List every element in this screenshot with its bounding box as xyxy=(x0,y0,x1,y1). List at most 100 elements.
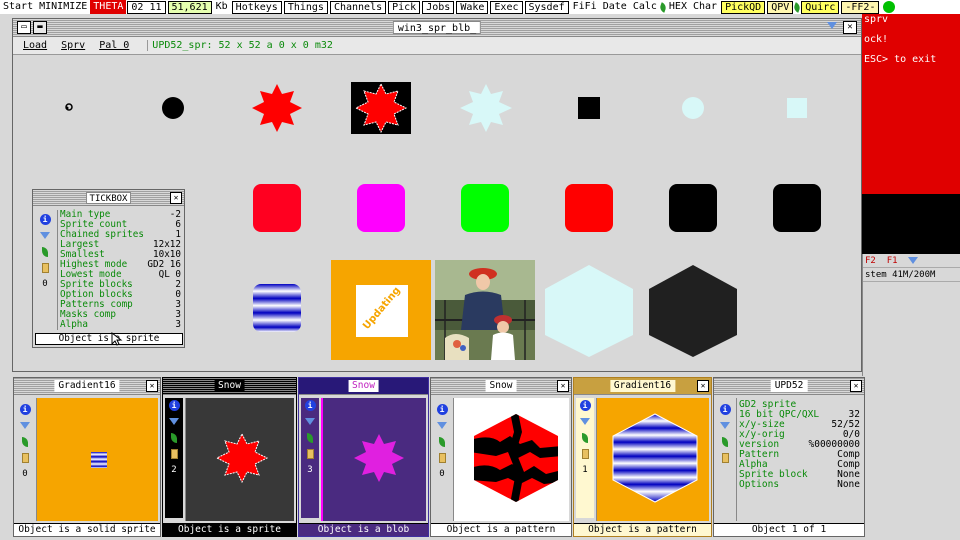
down-arrow-icon[interactable] xyxy=(165,414,183,430)
down-arrow-icon[interactable] xyxy=(433,418,451,434)
pane-titlebar[interactable]: UPD52 ✕ xyxy=(714,378,864,395)
pane-preview[interactable] xyxy=(185,398,294,521)
down-arrow-icon[interactable] xyxy=(716,418,734,434)
tiny-sprite[interactable] xyxy=(63,101,75,113)
taskbar-item-exec[interactable]: Exec xyxy=(490,0,523,14)
lightcyan-circle-sprite[interactable] xyxy=(682,97,704,119)
magenta-rounded-square-sprite[interactable] xyxy=(357,184,405,232)
taskbar-item-channels[interactable]: Channels xyxy=(329,0,387,14)
file-icon[interactable] xyxy=(301,446,319,462)
f1-key[interactable]: F1 xyxy=(887,256,898,266)
leaf-icon[interactable] xyxy=(576,430,594,446)
pane-titlebar[interactable]: Gradient16 ✕ xyxy=(574,378,711,395)
blue-gradient-sprite[interactable] xyxy=(253,284,301,332)
info-icon[interactable]: i xyxy=(36,212,54,228)
green-rounded-square-sprite[interactable] xyxy=(461,184,509,232)
info-icon[interactable]: i xyxy=(16,402,34,418)
sleep-icon[interactable]: ▬ xyxy=(33,21,47,34)
red-snowflake-sprite[interactable] xyxy=(249,82,305,134)
taskbar-item-minimize[interactable]: MINIMIZE xyxy=(36,0,90,14)
info-icon[interactable]: i xyxy=(433,402,451,418)
leaf-icon[interactable] xyxy=(716,434,734,450)
file-icon[interactable] xyxy=(716,450,734,466)
down-arrow-icon[interactable] xyxy=(301,414,319,430)
pane-preview[interactable] xyxy=(36,398,158,521)
taskbar-item-pick[interactable]: Pick xyxy=(388,0,421,14)
red-snowflake-black-bg-sprite[interactable] xyxy=(351,82,411,134)
down-arrow-icon[interactable] xyxy=(16,418,34,434)
file-icon[interactable] xyxy=(433,450,451,466)
taskbar-item-things[interactable]: Things xyxy=(283,0,328,14)
tickbox-row[interactable]: Alpha 3 xyxy=(60,320,181,330)
taskbar-item-sysdef[interactable]: Sysdef xyxy=(524,0,569,14)
menu-pal[interactable]: Pal 0 xyxy=(99,40,129,51)
painting-sprite[interactable] xyxy=(435,260,535,360)
file-icon[interactable] xyxy=(165,446,183,462)
tickbox-titlebar[interactable]: TICKBOX ✕ xyxy=(33,190,184,206)
info-icon[interactable]: i xyxy=(716,402,734,418)
info-icon[interactable]: i xyxy=(301,398,319,414)
close-icon[interactable]: ✕ xyxy=(697,380,709,392)
move-down-icon[interactable] xyxy=(825,21,839,34)
taskbar-item-pickqd[interactable]: PickQD xyxy=(721,0,766,14)
dark-hexagon-sprite[interactable] xyxy=(645,263,741,359)
lightcyan-snowflake-sprite[interactable] xyxy=(455,82,517,134)
updating-sprite[interactable]: Updating xyxy=(331,260,431,360)
info-icon[interactable]: i xyxy=(576,398,594,414)
taskbar-item-start[interactable]: Start xyxy=(0,0,36,14)
taskbar-item-char[interactable]: Char xyxy=(690,0,720,14)
file-icon[interactable] xyxy=(16,450,34,466)
close-icon[interactable]: ✕ xyxy=(146,380,158,392)
leaf-icon[interactable] xyxy=(165,430,183,446)
close-icon[interactable]: ✕ xyxy=(843,21,857,34)
pane-titlebar[interactable]: Snow xyxy=(163,378,296,395)
taskbar-item-hotkeys[interactable]: Hotkeys xyxy=(231,0,282,14)
info-icon[interactable]: i xyxy=(165,398,183,414)
taskbar-item-jobs[interactable]: Jobs xyxy=(422,0,455,14)
taskbar-item--ff2-[interactable]: -FF2- xyxy=(841,0,880,14)
file-icon[interactable] xyxy=(576,446,594,462)
menu-load[interactable]: Load xyxy=(23,40,47,51)
taskbar-item-calc[interactable]: Calc xyxy=(630,0,660,14)
pane-preview[interactable] xyxy=(596,398,709,521)
pane-titlebar[interactable]: Gradient16 ✕ xyxy=(14,378,160,395)
red-rounded-square-sprite[interactable] xyxy=(253,184,301,232)
leaf-icon[interactable] xyxy=(301,430,319,446)
window-titlebar[interactable]: ▭ ▬ win3_spr_blb_ ✕ xyxy=(13,19,861,37)
leaf-icon[interactable] xyxy=(36,244,54,260)
menu-sprv[interactable]: Sprv xyxy=(61,40,85,51)
leaf-icon[interactable] xyxy=(433,434,451,450)
close-icon[interactable]: ✕ xyxy=(557,380,569,392)
taskbar-item-hex[interactable]: HEX xyxy=(666,0,690,14)
taskbar-item-qpv[interactable]: QPV xyxy=(767,0,794,14)
taskbar-item-wake[interactable]: Wake xyxy=(456,0,489,14)
lightcyan-hexagon-sprite[interactable] xyxy=(541,263,637,359)
file-icon[interactable] xyxy=(36,260,54,276)
down-arrow-icon[interactable] xyxy=(908,257,919,264)
lightcyan-square-sprite[interactable] xyxy=(787,98,807,118)
close-icon[interactable]: ✕ xyxy=(170,192,182,204)
pane-titlebar[interactable]: Snow xyxy=(299,378,428,395)
taskbar-item-02-11[interactable]: 02 11 xyxy=(127,0,166,14)
taskbar-item-kb[interactable]: Kb xyxy=(213,0,231,14)
pane-titlebar[interactable]: Snow ✕ xyxy=(431,378,571,395)
taskbar-item-theta[interactable]: THETA xyxy=(90,0,127,14)
taskbar-item-date[interactable]: Date xyxy=(600,0,630,14)
wake-icon[interactable]: ▭ xyxy=(17,21,31,34)
black-circle-sprite[interactable] xyxy=(161,96,185,120)
black-rounded-square-sprite-2[interactable] xyxy=(773,184,821,232)
black-square-sprite[interactable] xyxy=(578,97,600,119)
leaf-icon[interactable] xyxy=(16,434,34,450)
taskbar-item-quirc[interactable]: Quirc xyxy=(801,0,840,14)
down-arrow-icon[interactable] xyxy=(576,414,594,430)
pane-preview[interactable] xyxy=(321,398,426,521)
pane-snow-blob: Snow i 3 Object is a blob xyxy=(298,377,429,537)
taskbar-item-51-621[interactable]: 51,621 xyxy=(167,0,212,14)
close-icon[interactable]: ✕ xyxy=(850,380,862,392)
f2-key[interactable]: F2 xyxy=(865,256,876,266)
taskbar-item-fifi[interactable]: FiFi xyxy=(570,0,600,14)
black-rounded-square-sprite[interactable] xyxy=(669,184,717,232)
pane-preview[interactable] xyxy=(453,398,569,521)
red-rounded-square-sprite-2[interactable] xyxy=(565,184,613,232)
down-arrow-icon[interactable] xyxy=(36,228,54,244)
